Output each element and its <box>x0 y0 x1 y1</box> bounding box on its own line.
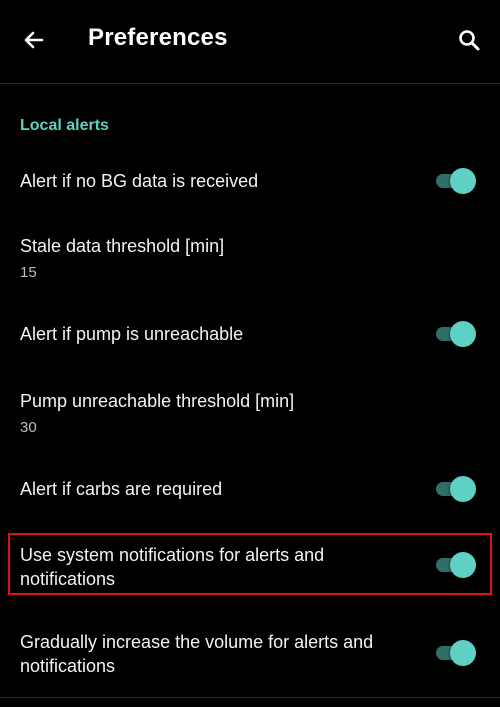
pref-title: Pump unreachable threshold [min] <box>20 391 295 411</box>
pref-alert-carbs-required[interactable]: Alert if carbs are required <box>0 458 500 520</box>
pref-title: Stale data threshold [min] <box>20 236 225 256</box>
pref-value: 30 <box>20 419 37 436</box>
toggle-thumb <box>450 321 476 347</box>
pref-title: Alert if no BG data is received <box>20 171 259 191</box>
section-header-local-alerts: Local alerts <box>20 117 109 134</box>
toggle-switch[interactable] <box>436 321 476 347</box>
highlight-box <box>8 533 492 595</box>
toggle-thumb <box>450 640 476 666</box>
back-button[interactable] <box>16 22 52 58</box>
pref-title: Gradually increase the volume for alerts… <box>20 632 374 676</box>
page-title: Preferences <box>88 24 228 51</box>
arrow-left-icon <box>24 31 44 49</box>
pref-title: Alert if pump is unreachable <box>20 324 244 344</box>
pref-stale-data-threshold[interactable]: Stale data threshold [min] 15 <box>0 222 500 288</box>
toggle-thumb <box>450 476 476 502</box>
divider <box>0 697 500 698</box>
search-icon <box>459 30 480 51</box>
pref-pump-unreachable-threshold[interactable]: Pump unreachable threshold [min] 30 <box>0 377 500 443</box>
toggle-switch[interactable] <box>436 168 476 194</box>
pref-gradually-increase-volume[interactable]: Gradually increase the volume for alerts… <box>0 622 500 686</box>
search-button[interactable] <box>450 22 488 60</box>
toggle-thumb <box>450 168 476 194</box>
app-bar: Preferences <box>0 0 500 84</box>
toggle-switch[interactable] <box>436 640 476 666</box>
pref-alert-pump-unreachable[interactable]: Alert if pump is unreachable <box>0 303 500 365</box>
pref-title: Alert if carbs are required <box>20 479 223 499</box>
pref-value: 15 <box>20 264 37 281</box>
toggle-switch[interactable] <box>436 476 476 502</box>
pref-alert-no-bg-data[interactable]: Alert if no BG data is received <box>0 150 500 212</box>
